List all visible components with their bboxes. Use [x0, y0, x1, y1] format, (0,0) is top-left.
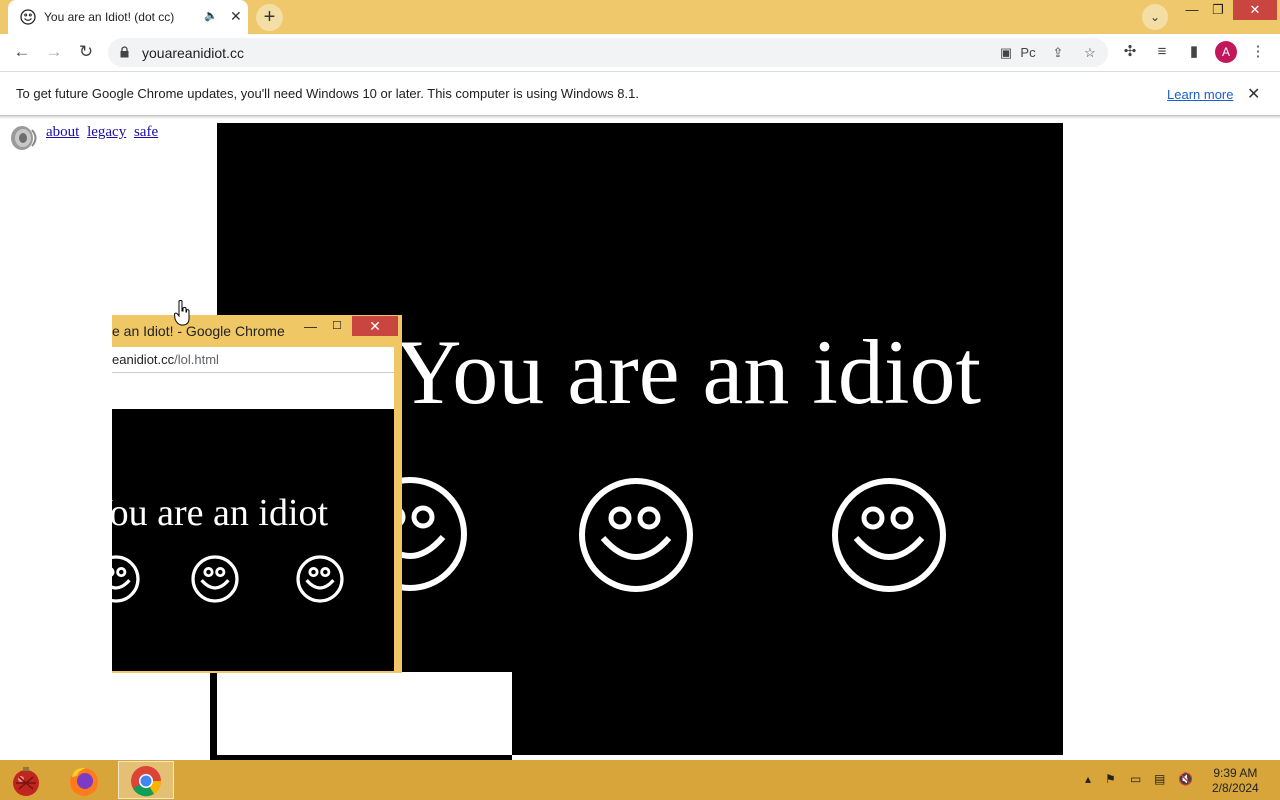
popup-browser-window[interactable]: e an Idiot! - Google Chrome — ☐ ✕ eanidi… — [112, 315, 402, 673]
system-clock[interactable]: 9:39 AM 2/8/2024 — [1212, 766, 1259, 796]
popup-address-bar[interactable]: eanidiot.cc/lol.html — [112, 347, 394, 373]
window-minimize-button[interactable]: — — [1180, 0, 1204, 20]
firefox-icon[interactable] — [62, 763, 106, 799]
popup-maximize-button[interactable]: ☐ — [332, 319, 342, 332]
page-links: about legacy safe — [46, 124, 162, 141]
battery-icon[interactable]: ▭ — [1130, 772, 1141, 786]
window-close-button[interactable]: ✕ — [1233, 0, 1277, 20]
translate-icon[interactable]: Pc — [1018, 43, 1038, 63]
share-icon[interactable]: ⇪ — [1048, 43, 1068, 63]
media-controls-icon[interactable]: ≡ — [1151, 41, 1173, 63]
infobar-message: To get future Google Chrome updates, you… — [16, 86, 639, 101]
page-top-shadow — [0, 116, 1280, 119]
popup-banner: You are an idiot — [112, 409, 394, 671]
volume-muted-icon[interactable]: 🔇 — [1178, 772, 1193, 786]
speaker-icon[interactable] — [8, 122, 40, 154]
extensions-puzzle-icon[interactable]: ✣ — [1119, 41, 1141, 63]
christmas-ornament-app-icon[interactable] — [4, 763, 48, 799]
about-link[interactable]: about — [46, 124, 79, 140]
popup-url-text: eanidiot.cc/lol.html — [112, 352, 219, 367]
ghost-window-edge — [210, 672, 217, 760]
cast-blocked-icon[interactable]: ▣ — [996, 43, 1016, 63]
popup-window-title: e an Idiot! - Google Chrome — [112, 323, 285, 339]
profile-avatar[interactable]: A — [1215, 41, 1237, 63]
smiley-face-icon — [832, 478, 946, 592]
lock-icon — [120, 46, 129, 58]
chrome-taskbar-button[interactable] — [118, 761, 174, 799]
learn-more-link[interactable]: Learn more — [1167, 87, 1233, 102]
popup-minimize-button[interactable]: — — [304, 319, 317, 334]
back-arrow-icon[interactable]: ← — [10, 40, 34, 64]
smiley-face-icon — [191, 555, 239, 603]
address-bar[interactable]: youareanidiot.cc ▣ Pc ⇪ ☆ — [108, 38, 1108, 67]
legacy-link[interactable]: legacy — [87, 124, 126, 140]
popup-banner-text: You are an idiot — [112, 492, 329, 534]
smiley-face-icon — [112, 555, 140, 603]
infobar-close-icon[interactable]: ✕ — [1247, 84, 1260, 104]
new-tab-button[interactable]: + — [256, 4, 283, 31]
window-restore-button[interactable]: ❐ — [1206, 0, 1230, 20]
ghost-window-remnant — [217, 672, 512, 755]
smiley-face-icon — [296, 555, 344, 603]
banner-text: You are an idiot — [395, 321, 982, 423]
windows-taskbar: ▴ ⚑ ▭ ▤ 🔇 9:39 AM 2/8/2024 — [0, 760, 1280, 800]
hand-cursor-icon — [174, 300, 190, 326]
tab-audio-icon[interactable]: 🔈 — [204, 9, 218, 22]
smiley-favicon-icon — [20, 9, 36, 25]
chrome-icon — [131, 766, 162, 797]
clock-time: 9:39 AM — [1213, 766, 1258, 780]
reload-icon[interactable]: ↻ — [74, 40, 98, 64]
clock-date: 2/8/2024 — [1212, 781, 1259, 795]
popup-page-top — [112, 373, 394, 409]
kebab-menu-icon[interactable]: ⋮ — [1247, 41, 1269, 63]
browser-toolbar: ← → ↻ youareanidiot.cc ▣ Pc ⇪ ☆ ✣ ≡ ▮ A … — [0, 34, 1280, 71]
chrome-title-bar: You are an Idiot! (dot cc) 🔈 ✕ + ⌄ — ❐ ✕ — [0, 0, 1280, 34]
action-center-flag-icon[interactable]: ⚑ — [1105, 772, 1116, 786]
forward-arrow-icon[interactable]: → — [42, 40, 66, 64]
network-icon[interactable]: ▤ — [1154, 772, 1165, 786]
popup-close-button[interactable]: ✕ — [352, 316, 398, 336]
url-text: youareanidiot.cc — [142, 45, 244, 61]
smiley-face-icon — [579, 478, 693, 592]
bookmark-star-icon[interactable]: ☆ — [1080, 43, 1100, 63]
browser-tab[interactable]: You are an Idiot! (dot cc) 🔈 ✕ — [8, 0, 248, 34]
tab-search-button[interactable]: ⌄ — [1142, 4, 1168, 30]
side-panel-icon[interactable]: ▮ — [1183, 41, 1205, 63]
tab-title: You are an Idiot! (dot cc) — [44, 10, 175, 24]
tray-overflow-chevron-icon[interactable]: ▴ — [1085, 772, 1091, 786]
tab-close-icon[interactable]: ✕ — [230, 8, 242, 24]
update-infobar: To get future Google Chrome updates, you… — [0, 71, 1280, 116]
safe-link[interactable]: safe — [134, 124, 158, 140]
